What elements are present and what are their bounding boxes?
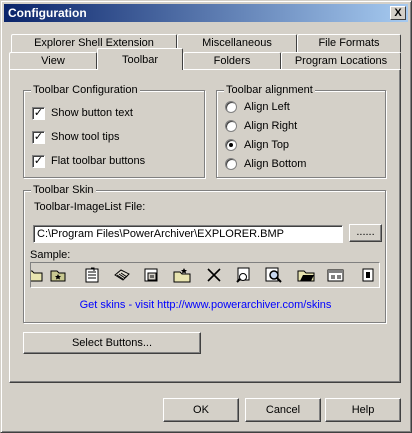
- button-label: Cancel: [265, 404, 301, 416]
- ok-button[interactable]: OK: [163, 398, 239, 422]
- radio-label: Align Top: [244, 139, 290, 151]
- folder-new-icon: [173, 268, 191, 283]
- tab-folders[interactable]: Folders: [183, 52, 281, 70]
- tab-label: File Formats: [318, 37, 380, 49]
- tab-label: Toolbar: [121, 54, 159, 66]
- align-left-radio[interactable]: Align Left: [225, 101, 375, 115]
- tab-label: Program Locations: [294, 55, 388, 67]
- group-title: Toolbar Configuration: [31, 84, 140, 96]
- window-title: Configuration: [8, 6, 87, 20]
- show-button-text-checkbox[interactable]: ✓ Show button text: [32, 107, 197, 121]
- flat-toolbar-buttons-checkbox[interactable]: ✓ Flat toolbar buttons: [32, 155, 197, 169]
- radio-label: Align Left: [244, 101, 290, 113]
- open-icon: [31, 270, 43, 282]
- toolbar-tab-panel: Toolbar Configuration ✓ Show button text…: [9, 69, 401, 383]
- tab-label: Folders: [213, 55, 251, 67]
- open-folder-icon: [297, 270, 315, 282]
- radio-circle-icon: [225, 101, 237, 113]
- checkbox-label: Show tool tips: [51, 131, 120, 143]
- view-icon: [265, 267, 282, 283]
- tab-file-formats[interactable]: File Formats: [297, 34, 401, 52]
- get-skins-link[interactable]: Get skins - visit http://www.powerarchiv…: [24, 299, 387, 311]
- radio-selected-icon: [225, 139, 237, 151]
- delete-icon: [207, 268, 221, 282]
- group-title: Toolbar Skin: [31, 184, 96, 196]
- select-buttons-button[interactable]: Select Buttons...: [23, 332, 201, 354]
- help-button[interactable]: Help: [325, 398, 401, 422]
- title-bar[interactable]: Configuration X: [4, 4, 408, 22]
- toolbar-configuration-group: Toolbar Configuration ✓ Show button text…: [23, 84, 205, 178]
- button-label: Help: [351, 404, 375, 416]
- radio-circle-icon: [225, 158, 237, 170]
- sample-label: Sample:: [30, 249, 71, 261]
- close-button[interactable]: X: [390, 6, 406, 20]
- tab-miscellaneous[interactable]: Miscellaneous: [177, 34, 297, 52]
- tab-label: View: [41, 55, 65, 67]
- checkbox-label: Show button text: [51, 107, 133, 119]
- configuration-dialog: Configuration X Explorer Shell Extension…: [0, 0, 412, 433]
- browse-button[interactable]: ......: [349, 224, 382, 242]
- properties-icon: [327, 269, 344, 282]
- show-tool-tips-checkbox[interactable]: ✓ Show tool tips: [32, 131, 197, 145]
- check-icon: [144, 268, 158, 282]
- tab-view[interactable]: View: [9, 52, 97, 70]
- align-bottom-radio[interactable]: Align Bottom: [225, 158, 375, 172]
- cancel-button[interactable]: Cancel: [245, 398, 321, 422]
- new-archive-icon: [50, 270, 66, 282]
- radio-circle-icon: [225, 120, 237, 132]
- radio-label: Align Right: [244, 120, 298, 132]
- button-label: OK: [193, 404, 209, 416]
- find-icon: [236, 267, 250, 283]
- toolbar-alignment-group: Toolbar alignment Align Left Align Right…: [216, 84, 386, 178]
- group-title: Toolbar alignment: [224, 84, 315, 96]
- exit-icon: [362, 268, 374, 282]
- imagelist-file-label: Toolbar-ImageList File:: [34, 201, 146, 213]
- sample-toolbar-preview: [30, 262, 380, 288]
- toolbar-skin-group: Toolbar Skin Toolbar-ImageList File: C:\…: [23, 184, 387, 323]
- tab-program-locations[interactable]: Program Locations: [281, 52, 401, 70]
- tab-toolbar[interactable]: Toolbar: [97, 48, 183, 70]
- button-label: Select Buttons...: [71, 337, 153, 349]
- align-right-radio[interactable]: Align Right: [225, 120, 375, 134]
- extract-icon: [114, 269, 130, 281]
- radio-label: Align Bottom: [244, 158, 307, 170]
- tab-label: Miscellaneous: [202, 37, 272, 49]
- checkmark-icon: ✓: [32, 107, 45, 120]
- add-icon: [85, 267, 99, 283]
- checkbox-label: Flat toolbar buttons: [51, 155, 146, 167]
- align-top-radio[interactable]: Align Top: [225, 139, 375, 153]
- checkmark-icon: ✓: [32, 131, 45, 144]
- checkmark-icon: ✓: [32, 155, 45, 168]
- imagelist-file-input[interactable]: C:\Program Files\PowerArchiver\EXPLORER.…: [33, 225, 343, 243]
